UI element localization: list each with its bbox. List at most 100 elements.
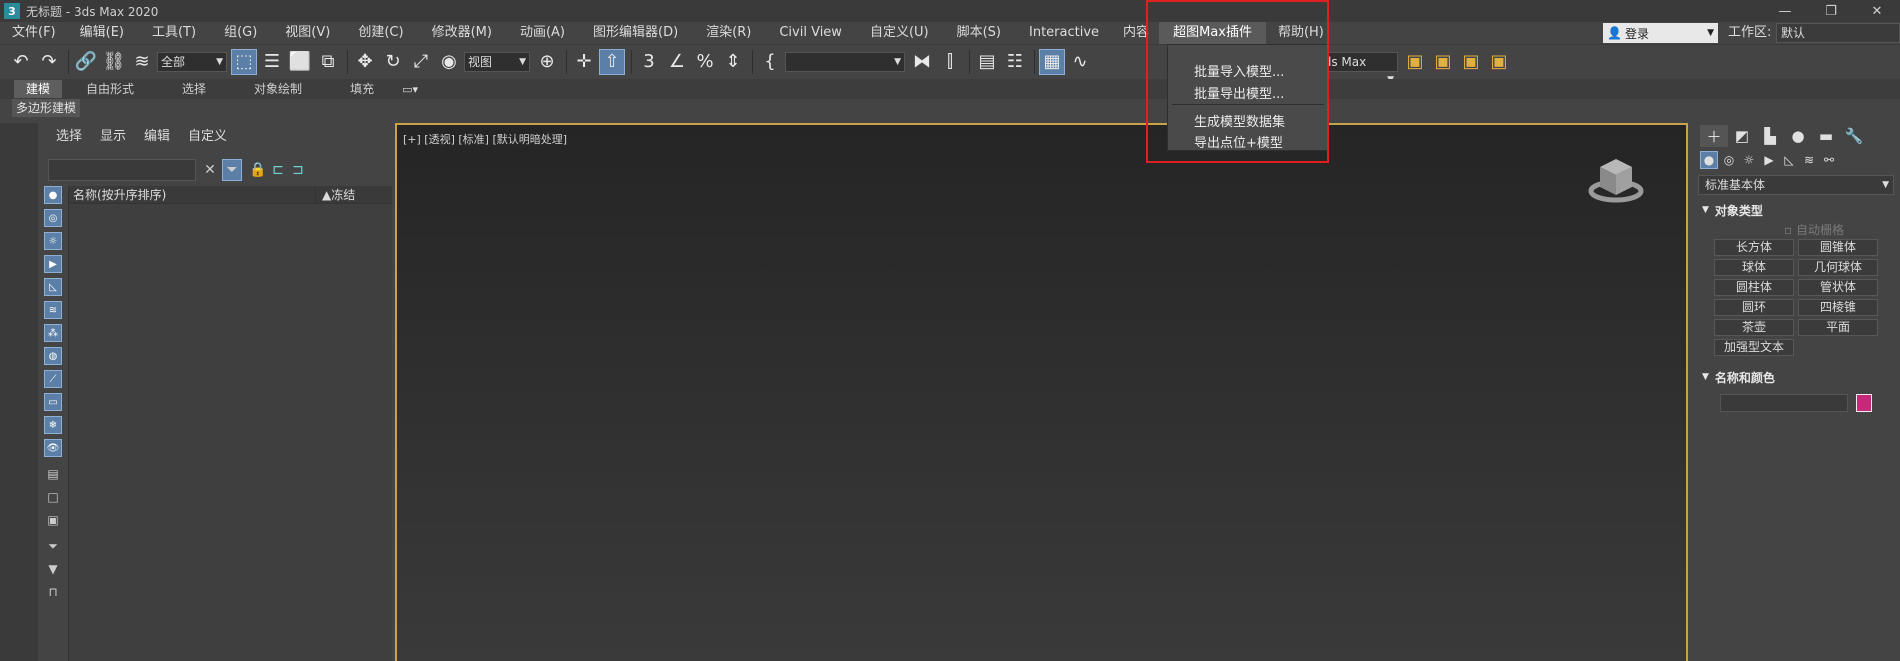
named-selection-select[interactable]: ▼ — [785, 51, 905, 72]
explorer-object-list[interactable]: 名称(按升序排序) ▲冻结 — [68, 186, 392, 661]
snaps-toggle-icon[interactable]: 3 — [636, 49, 662, 75]
object-type-rollout[interactable]: ▼ 对象类型 — [1698, 201, 1896, 219]
bind-space-warp-icon[interactable]: ≋ — [129, 49, 155, 75]
scene-explorer-icon[interactable]: ▤ — [974, 49, 1000, 75]
sphere-button[interactable]: 球体 — [1714, 259, 1794, 276]
explorer-search-input[interactable] — [48, 159, 196, 181]
cone-button[interactable]: 圆锥体 — [1798, 239, 1878, 256]
containers-filter-icon[interactable]: ▭ — [44, 393, 62, 411]
move-icon[interactable]: ✥ — [352, 49, 378, 75]
invert-display-icon[interactable]: ▣ — [44, 511, 62, 529]
ribbon-tab-selection[interactable]: 选择 — [158, 80, 230, 98]
tube-button[interactable]: 管状体 — [1798, 279, 1878, 296]
filter-toggle-icon[interactable]: ⏷ — [222, 159, 242, 181]
display-none-icon[interactable]: □ — [44, 488, 62, 506]
menu-views[interactable]: 视图(V) — [271, 22, 344, 44]
menu-customize[interactable]: 自定义(U) — [856, 22, 943, 44]
object-color-swatch[interactable] — [1856, 394, 1872, 412]
scale-icon[interactable]: ⤢ — [408, 49, 434, 75]
helpers-category-icon[interactable]: ◺ — [1780, 151, 1798, 169]
funnel-icon[interactable]: ▼ — [44, 560, 62, 578]
ribbon-tab-freeform[interactable]: 自由形式 — [62, 80, 158, 98]
spacewarps-filter-icon[interactable]: ≋ — [44, 301, 62, 319]
spinner-snap-icon[interactable]: ⇕ — [720, 49, 746, 75]
rect-selection-icon[interactable]: ⬜ — [287, 49, 313, 75]
explorer-menu-customize[interactable]: 自定义 — [188, 125, 227, 144]
systems-category-icon[interactable]: ⚯ — [1820, 151, 1838, 169]
select-by-name-icon[interactable]: ☰ — [259, 49, 285, 75]
spacewarps-category-icon[interactable]: ≋ — [1800, 151, 1818, 169]
motion-tab-icon[interactable]: ● — [1784, 125, 1812, 147]
menu-interactive[interactable]: Interactive — [1015, 22, 1113, 44]
rotate-icon[interactable]: ↻ — [380, 49, 406, 75]
text-plus-button[interactable]: 加强型文本 — [1714, 339, 1794, 356]
explorer-menu-edit[interactable]: 编辑 — [144, 125, 170, 144]
viewport-label[interactable]: [+] [透视] [标准] [默认明暗处理] — [403, 131, 567, 147]
ref-coord-select[interactable]: 视图 ▼ — [464, 51, 530, 72]
edit-named-selection-icon[interactable]: { — [757, 49, 783, 75]
undo-icon[interactable]: ↶ — [8, 49, 34, 75]
plane-button[interactable]: 平面 — [1798, 319, 1878, 336]
autogrid-checkbox[interactable]: ▫ 自动栅格 — [1784, 221, 1900, 237]
unlink-icon[interactable]: ⛓ — [101, 49, 127, 75]
ribbon-options-icon[interactable]: ▭▾ — [402, 83, 418, 96]
ribbon-tab-object-paint[interactable]: 对象绘制 — [230, 80, 326, 98]
pivot-center-icon[interactable]: ⊕ — [534, 49, 560, 75]
layer-explorer-icon[interactable]: ☷ — [1002, 49, 1028, 75]
display-tab-icon[interactable]: ▬ — [1812, 125, 1840, 147]
bones-filter-icon[interactable]: ⟋ — [44, 370, 62, 388]
restore-icon[interactable]: ❐ — [1808, 0, 1854, 22]
geosphere-button[interactable]: 几何球体 — [1798, 259, 1878, 276]
curve-editor-icon[interactable]: ∿ — [1067, 49, 1093, 75]
menu-animation[interactable]: 动画(A) — [506, 22, 579, 44]
cameras-filter-icon[interactable]: ▶ — [44, 255, 62, 273]
close-icon[interactable]: ✕ — [1854, 0, 1900, 22]
selection-filter-select[interactable]: 全部 ▼ — [157, 51, 227, 72]
object-name-input[interactable] — [1720, 394, 1848, 412]
select-manipulate-icon[interactable]: ✛ — [571, 49, 597, 75]
geometry-category-icon[interactable]: ● — [1700, 151, 1718, 169]
menu-file[interactable]: 文件(F) — [0, 22, 66, 44]
login-dropdown[interactable]: 👤 登录 ▼ — [1603, 23, 1718, 43]
polygon-modeling-panel[interactable]: 多边形建模 — [12, 99, 81, 117]
percent-snap-icon[interactable]: % — [692, 49, 718, 75]
xrefs-filter-icon[interactable]: ◍ — [44, 347, 62, 365]
project-open-icon[interactable]: ▣ — [1430, 49, 1456, 75]
clear-search-icon[interactable]: ✕ — [200, 159, 220, 181]
utilities-tab-icon[interactable]: 🔧 — [1840, 125, 1868, 147]
primitive-type-select[interactable]: 标准基本体 ▼ — [1698, 175, 1894, 195]
menu-civil-view[interactable]: Civil View — [765, 22, 856, 44]
hierarchy-icon[interactable]: ⊏ — [268, 159, 288, 181]
lock-icon[interactable]: 🔒 — [248, 159, 268, 181]
hierarchy-tab-icon[interactable]: ▙ — [1756, 125, 1784, 147]
pyramid-button[interactable]: 四棱锥 — [1798, 299, 1878, 316]
hierarchy-expand-icon[interactable]: ⊐ — [288, 159, 308, 181]
create-tab-icon[interactable]: ＋ — [1700, 125, 1728, 147]
frozen-filter-icon[interactable]: ❄ — [44, 416, 62, 434]
menu-rendering[interactable]: 渲染(R) — [692, 22, 765, 44]
menu-scripting[interactable]: 脚本(S) — [943, 22, 1015, 44]
select-object-icon[interactable]: ⬚ — [231, 48, 257, 75]
menu-group[interactable]: 组(G) — [210, 22, 271, 44]
workspace-select[interactable]: 默认 — [1776, 23, 1900, 43]
lights-category-icon[interactable]: ☼ — [1740, 151, 1758, 169]
minimize-icon[interactable]: — — [1762, 0, 1808, 22]
helpers-filter-icon[interactable]: ◺ — [44, 278, 62, 296]
menu-modifiers[interactable]: 修改器(M) — [418, 22, 506, 44]
align-icon[interactable]: ⫿ — [937, 49, 963, 75]
teapot-button[interactable]: 茶壶 — [1714, 319, 1794, 336]
menu-create[interactable]: 创建(C) — [344, 22, 417, 44]
shapes-category-icon[interactable]: ◎ — [1720, 151, 1738, 169]
geometry-filter-icon[interactable]: ● — [44, 186, 62, 204]
project-folder-icon[interactable]: ▣ — [1402, 49, 1428, 75]
menu-tools[interactable]: 工具(T) — [138, 22, 210, 44]
ribbon-tab-populate[interactable]: 填充 — [326, 80, 398, 98]
placement-icon[interactable]: ◉ — [436, 49, 462, 75]
perspective-viewport[interactable]: [+] [透视] [标准] [默认明暗处理] — [395, 123, 1688, 661]
column-header-name[interactable]: 名称(按升序排序) — [69, 186, 315, 203]
modify-tab-icon[interactable]: ◩ — [1728, 125, 1756, 147]
link-icon[interactable]: 🔗 — [73, 49, 99, 75]
angle-snap-icon[interactable]: ∠ — [664, 49, 690, 75]
container-icon[interactable]: ⊓ — [44, 583, 62, 601]
ribbon-tab-modeling[interactable]: 建模 — [14, 80, 63, 98]
